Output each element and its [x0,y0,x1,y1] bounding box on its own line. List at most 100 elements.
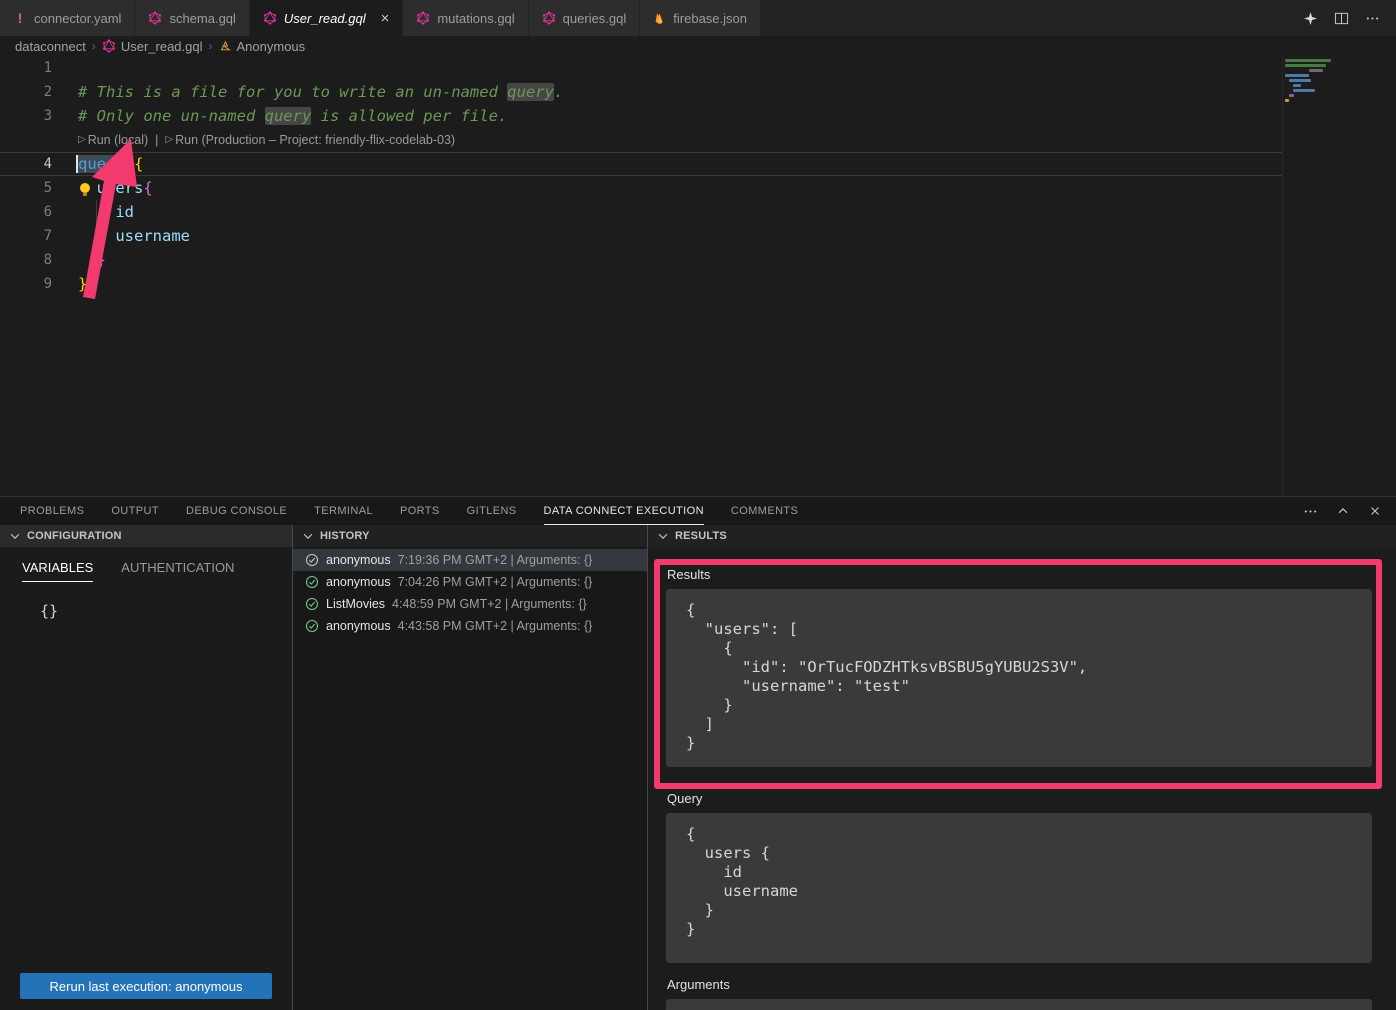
graphql-icon [416,11,430,25]
editor-tab-mutations-gql[interactable]: mutations.gql [403,0,528,36]
panel-tab-gitlens[interactable]: GITLENS [467,497,517,525]
breadcrumb-item-user-read-gql[interactable]: User_read.gql [102,39,203,54]
code-lens: ▷Run (local)|▷Run (Production – Project:… [78,128,455,152]
code-token: . [554,83,563,101]
rerun-button[interactable]: Rerun last execution: anonymous [20,973,272,999]
minimap-line [1285,64,1326,67]
code-token: { [134,155,143,173]
panel-tab-data-connect-execution[interactable]: DATA CONNECT EXECUTION [544,497,704,525]
breadcrumb-label: Anonymous [237,39,306,54]
panel-tab-debug-console[interactable]: DEBUG CONSOLE [186,497,287,525]
tab-label: connector.yaml [34,11,121,26]
code-token: } [78,275,87,293]
selected-word: query [78,155,125,173]
editor-tab-bar: ! connector.yaml schema.gqlUser_read.gql× m… [0,0,1396,36]
history-header[interactable]: HISTORY [293,525,647,547]
panel-tab-comments[interactable]: COMMENTS [731,497,798,525]
breadcrumb-item-anonymous[interactable]: Anonymous [219,39,306,54]
code-token: } [97,251,106,269]
panel-tab-problems[interactable]: PROBLEMS [20,497,84,525]
history-item[interactable]: anonymous4:43:58 PM GMT+2 | Arguments: {… [293,615,647,637]
editor-line-3[interactable]: 3# Only one un-named query is allowed pe… [0,104,1283,128]
check-circle-icon [305,597,319,611]
minimap-line [1309,69,1323,72]
history-list: anonymous 7:19:36 PM GMT+2 | Arguments: {… [293,549,647,637]
warning-icon: ! [13,10,27,26]
breadcrumb: dataconnect›User_read.gql›Anonymous [0,36,1396,56]
arguments-code-box[interactable]: {} [666,999,1372,1010]
results-title: RESULTS [675,530,727,542]
config-tab-variables[interactable]: VARIABLES [22,560,93,582]
code-text: # This is a file for you to write an un-… [78,80,563,104]
tab-label: mutations.gql [437,11,514,26]
editor-tab-connector-yaml[interactable]: ! connector.yaml [0,0,135,36]
breadcrumb-label: User_read.gql [121,39,203,54]
run-production-link[interactable]: ▷Run (Production – Project: friendly-fli… [165,133,455,147]
graphql-icon [263,11,277,25]
variables-value[interactable]: {} [40,602,292,620]
editor-tab-queries-gql[interactable]: queries.gql [529,0,641,36]
run-local-link[interactable]: ▷Run (local) [78,133,148,147]
editor-line-2[interactable]: 2# This is a file for you to write an un… [0,80,1283,104]
tab-label: firebase.json [673,11,747,26]
code-token [78,251,97,269]
more-icon[interactable] [1303,504,1318,519]
configuration-section: CONFIGURATION VARIABLES AUTHENTICATION {}… [0,525,293,1010]
minimap-line [1289,94,1294,97]
code-token: { [143,179,152,197]
history-item[interactable]: ListMovies4:48:59 PM GMT+2 | Arguments: … [293,593,647,615]
execution-meta: 7:19:36 PM GMT+2 | Arguments: {} [398,553,593,567]
editor-tab-firebase-json[interactable]: firebase.json [640,0,761,36]
minimap-line [1285,99,1289,102]
editor-line-6[interactable]: 6 id [0,200,1283,224]
editor-line-4[interactable]: 4 query { [0,152,1283,176]
minimap-line [1285,59,1331,62]
sparkle-icon[interactable] [1303,11,1318,26]
panel-tab-output[interactable]: OUTPUT [111,497,159,525]
minimap[interactable] [1283,56,1396,496]
history-item[interactable]: anonymous 7:19:36 PM GMT+2 | Arguments: {… [293,549,647,571]
close-icon[interactable] [1368,504,1382,518]
close-tab-icon[interactable]: × [381,11,390,26]
editor-line-8[interactable]: 8 } [0,248,1283,272]
editor-line-5[interactable]: 5 users{ [0,176,1283,200]
run-label: Run (local) [88,133,148,147]
editor-tab-user-read-gql[interactable]: User_read.gql× [250,0,403,36]
editor-line-7[interactable]: 7 username [0,224,1283,248]
chevron-down-icon [8,529,22,543]
query-code-box[interactable]: { users { id username } } [666,813,1372,963]
highlighted-word: query [507,83,554,101]
code-token [78,179,97,197]
editor-line-1[interactable]: 1 [0,56,1283,80]
results-code: { "users": [ { "id": "OrTucFODZHTksvBSBU… [666,589,1372,753]
configuration-header[interactable]: CONFIGURATION [0,525,292,547]
history-item[interactable]: anonymous7:04:26 PM GMT+2 | Arguments: {… [293,571,647,593]
execution-name: anonymous [326,553,391,567]
check-circle-icon [305,553,319,567]
history-section: HISTORY anonymous 7:19:36 PM GMT+2 | Argu… [293,525,648,1010]
execution-meta: 7:04:26 PM GMT+2 | Arguments: {} [398,575,593,589]
check-circle-icon [305,575,319,589]
editor-line-9[interactable]: 9} [0,272,1283,296]
split-editor-icon[interactable] [1334,11,1349,26]
more-actions-icon[interactable] [1365,11,1380,26]
chevron-down-icon [656,529,670,543]
breadcrumb-item-dataconnect[interactable]: dataconnect [15,39,86,54]
chevron-down-icon [301,529,315,543]
panel-actions [1303,497,1382,525]
code-text: } [78,272,87,296]
code-text: id [78,200,134,224]
results-code-box[interactable]: { "users": [ { "id": "OrTucFODZHTksvBSBU… [666,589,1372,767]
editor-tab-schema-gql[interactable]: schema.gql [135,0,249,36]
breadcrumb-label: dataconnect [15,39,86,54]
breadcrumb-separator: › [209,39,213,53]
tab-label: queries.gql [563,11,627,26]
line-number: 4 [0,152,52,176]
execution-name: ListMovies [326,597,385,611]
panel-tab-ports[interactable]: PORTS [400,497,440,525]
code-editor[interactable]: 12# This is a file for you to write an u… [0,56,1396,496]
panel-tab-terminal[interactable]: TERMINAL [314,497,373,525]
maximize-panel-icon[interactable] [1336,504,1350,518]
results-header[interactable]: RESULTS [648,525,1396,547]
config-tab-authentication[interactable]: AUTHENTICATION [121,560,234,582]
